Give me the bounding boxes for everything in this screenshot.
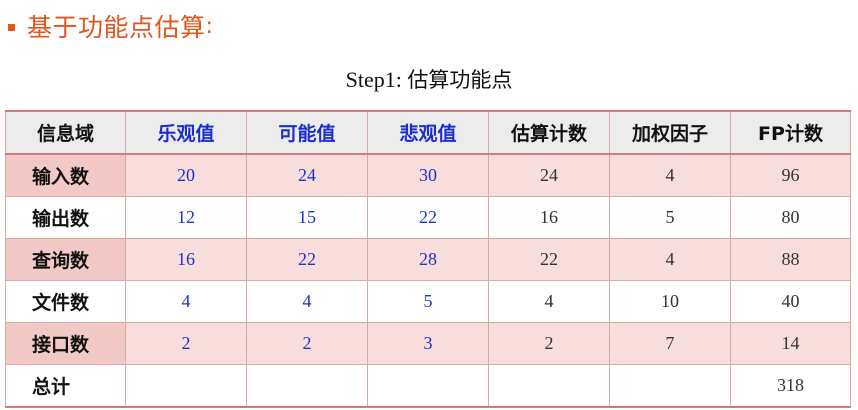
cell-total-fp: 318: [730, 364, 851, 408]
cell-weight-factor: 7: [609, 322, 731, 365]
cell-weight-factor: 10: [609, 280, 731, 323]
header-weight-factor: 加权因子: [609, 110, 731, 155]
row-label: 查询数: [5, 238, 126, 281]
header-likely: 可能值: [246, 110, 368, 155]
table-row: 输入数 20 24 30 24 4 96: [5, 153, 851, 197]
cell-estimated-count: 2: [488, 322, 610, 365]
cell-likely: 4: [246, 280, 368, 323]
header-info-domain: 信息域: [5, 110, 126, 155]
cell-pessimistic: 3: [367, 322, 489, 365]
cell-pessimistic: 22: [367, 196, 489, 239]
cell-empty: [246, 364, 368, 408]
table-row-total: 总计 318: [5, 364, 851, 408]
cell-pessimistic: 30: [367, 153, 489, 197]
caption-text: 估算功能点: [407, 68, 513, 92]
cell-pessimistic: 28: [367, 238, 489, 281]
cell-fp-count: 88: [730, 238, 851, 281]
square-bullet-icon: [8, 23, 15, 31]
cell-optimistic: 12: [125, 196, 247, 239]
row-label: 接口数: [5, 322, 126, 365]
function-point-table: 信息域 乐观值 可能值 悲观值 估算计数 加权因子 FP计数 输入数 20 24…: [5, 110, 851, 408]
cell-empty: [488, 364, 610, 408]
cell-likely: 24: [246, 153, 368, 197]
table-row: 查询数 16 22 28 22 4 88: [5, 238, 851, 281]
cell-fp-count: 80: [730, 196, 851, 239]
cell-estimated-count: 4: [488, 280, 610, 323]
row-label-total: 总计: [5, 364, 126, 408]
table-row: 输出数 12 15 22 16 5 80: [5, 196, 851, 239]
table-caption: Step1: 估算功能点: [0, 64, 858, 94]
cell-pessimistic: 5: [367, 280, 489, 323]
table-header-row: 信息域 乐观值 可能值 悲观值 估算计数 加权因子 FP计数: [5, 110, 851, 155]
section-heading: 基于功能点估算 :: [8, 6, 213, 46]
cell-optimistic: 4: [125, 280, 247, 323]
cell-optimistic: 16: [125, 238, 247, 281]
header-fp-count: FP计数: [730, 110, 851, 155]
cell-likely: 2: [246, 322, 368, 365]
caption-step: Step1:: [345, 67, 402, 92]
table-row: 文件数 4 4 5 4 10 40: [5, 280, 851, 323]
row-label: 输出数: [5, 196, 126, 239]
cell-fp-count: 40: [730, 280, 851, 323]
cell-optimistic: 20: [125, 153, 247, 197]
header-optimistic: 乐观值: [125, 110, 247, 155]
cell-likely: 15: [246, 196, 368, 239]
cell-estimated-count: 24: [488, 153, 610, 197]
cell-empty: [125, 364, 247, 408]
row-label: 文件数: [5, 280, 126, 323]
cell-optimistic: 2: [125, 322, 247, 365]
cell-estimated-count: 16: [488, 196, 610, 239]
cell-estimated-count: 22: [488, 238, 610, 281]
cell-fp-count: 96: [730, 153, 851, 197]
cell-empty: [609, 364, 731, 408]
cell-fp-count: 14: [730, 322, 851, 365]
section-title-colon: :: [205, 13, 213, 39]
cell-weight-factor: 5: [609, 196, 731, 239]
cell-empty: [367, 364, 489, 408]
section-title: 基于功能点估算: [27, 13, 206, 42]
row-label: 输入数: [5, 153, 126, 197]
header-estimated-count: 估算计数: [488, 110, 610, 155]
table-row: 接口数 2 2 3 2 7 14: [5, 322, 851, 365]
cell-likely: 22: [246, 238, 368, 281]
cell-weight-factor: 4: [609, 238, 731, 281]
header-pessimistic: 悲观值: [367, 110, 489, 155]
cell-weight-factor: 4: [609, 153, 731, 197]
